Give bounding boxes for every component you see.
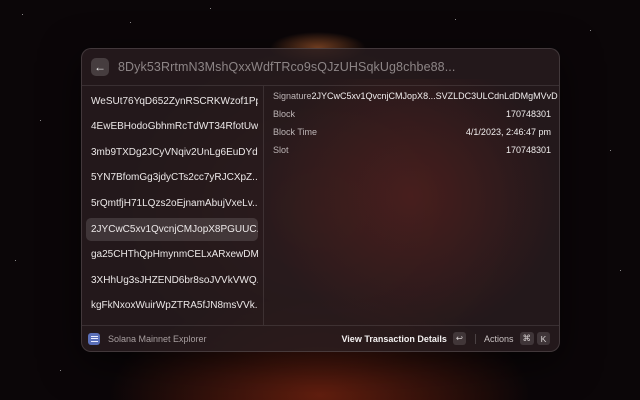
search-input[interactable]: 8Dyk53RrtmN3MshQxxWdfTRco9sQJzUHSqkUg8ch… <box>118 60 455 74</box>
detail-key: Block Time <box>273 127 318 137</box>
background-star <box>455 19 456 20</box>
detail-key: Signature <box>273 91 312 101</box>
command-window: ← 8Dyk53RrtmN3MshQxxWdfTRco9sQJzUHSqkUg8… <box>81 48 560 352</box>
background-star <box>210 8 211 9</box>
list-item[interactable]: 5rQmtfjH71LQzs2oEjnamAbujVxeLv... <box>86 192 258 215</box>
detail-row-slot: Slot 170748301 <box>273 141 551 159</box>
detail-value: 2JYCwC5xv1QvcnjCMJopX8...SVZLDC3ULCdnLdD… <box>311 91 558 101</box>
view-transaction-details-button[interactable]: View Transaction Details <box>341 334 446 344</box>
list-item[interactable]: 3XHhUg3sJHZEND6br8soJVVkVWQ... <box>86 269 258 292</box>
list-icon <box>88 332 100 345</box>
transaction-list: WeSUt76YqD652ZynRSCRKWzof1Pp... 4EwEBHod… <box>82 86 264 325</box>
search-bar: ← 8Dyk53RrtmN3MshQxxWdfTRco9sQJzUHSqkUg8… <box>82 49 559 86</box>
detail-row-block: Block 170748301 <box>273 105 551 123</box>
list-item[interactable]: 4EwEBHodoGbhmRcTdWT34RfotUw... <box>86 115 258 138</box>
actions-button[interactable]: Actions <box>484 334 514 344</box>
arrow-left-icon: ← <box>94 60 106 74</box>
detail-value: 170748301 <box>505 109 551 119</box>
list-item[interactable]: 3mb9TXDg2JCyVNqiv2UnLg6EuDYd... <box>86 141 258 164</box>
background-star <box>620 270 621 271</box>
background-star <box>40 120 41 121</box>
action-bar: Solana Mainnet Explorer View Transaction… <box>82 325 559 351</box>
k-key-hint: K <box>537 332 550 345</box>
background-star <box>15 260 16 261</box>
detail-key: Slot <box>273 145 289 155</box>
app-title: Solana Mainnet Explorer <box>108 333 207 344</box>
list-item[interactable]: WeSUt76YqD652ZynRSCRKWzof1Pp... <box>86 90 258 113</box>
background-star <box>22 14 23 15</box>
command-key-hint: ⌘ <box>519 332 534 345</box>
divider <box>474 333 476 344</box>
detail-row-block-time: Block Time 4/1/2023, 2:46:47 pm <box>273 123 551 141</box>
detail-row-signature: Signature 2JYCwC5xv1QvcnjCMJopX8...SVZLD… <box>273 87 558 105</box>
list-item[interactable]: kgFkNxoxWuirWpZTRA5fJN8msVVk... <box>86 294 258 317</box>
background-star <box>610 150 611 151</box>
back-button[interactable]: ← <box>91 58 109 76</box>
background-star <box>590 30 591 31</box>
list-item[interactable]: 5YN7BfomGg3jdyCTs2cc7yRJCXpZ... <box>86 166 258 189</box>
enter-key-hint: ↩ <box>452 332 466 345</box>
detail-value: 4/1/2023, 2:46:47 pm <box>465 127 551 137</box>
detail-key: Block <box>273 109 296 119</box>
list-item-selected[interactable]: 2JYCwC5xv1QvcnjCMJopX8PGUUC... <box>86 218 258 241</box>
background-star <box>130 22 131 23</box>
background-star <box>60 370 61 371</box>
list-item[interactable]: ga25CHThQpHmynmCELxARxewDM... <box>86 243 258 266</box>
detail-value: 170748301 <box>505 145 551 155</box>
